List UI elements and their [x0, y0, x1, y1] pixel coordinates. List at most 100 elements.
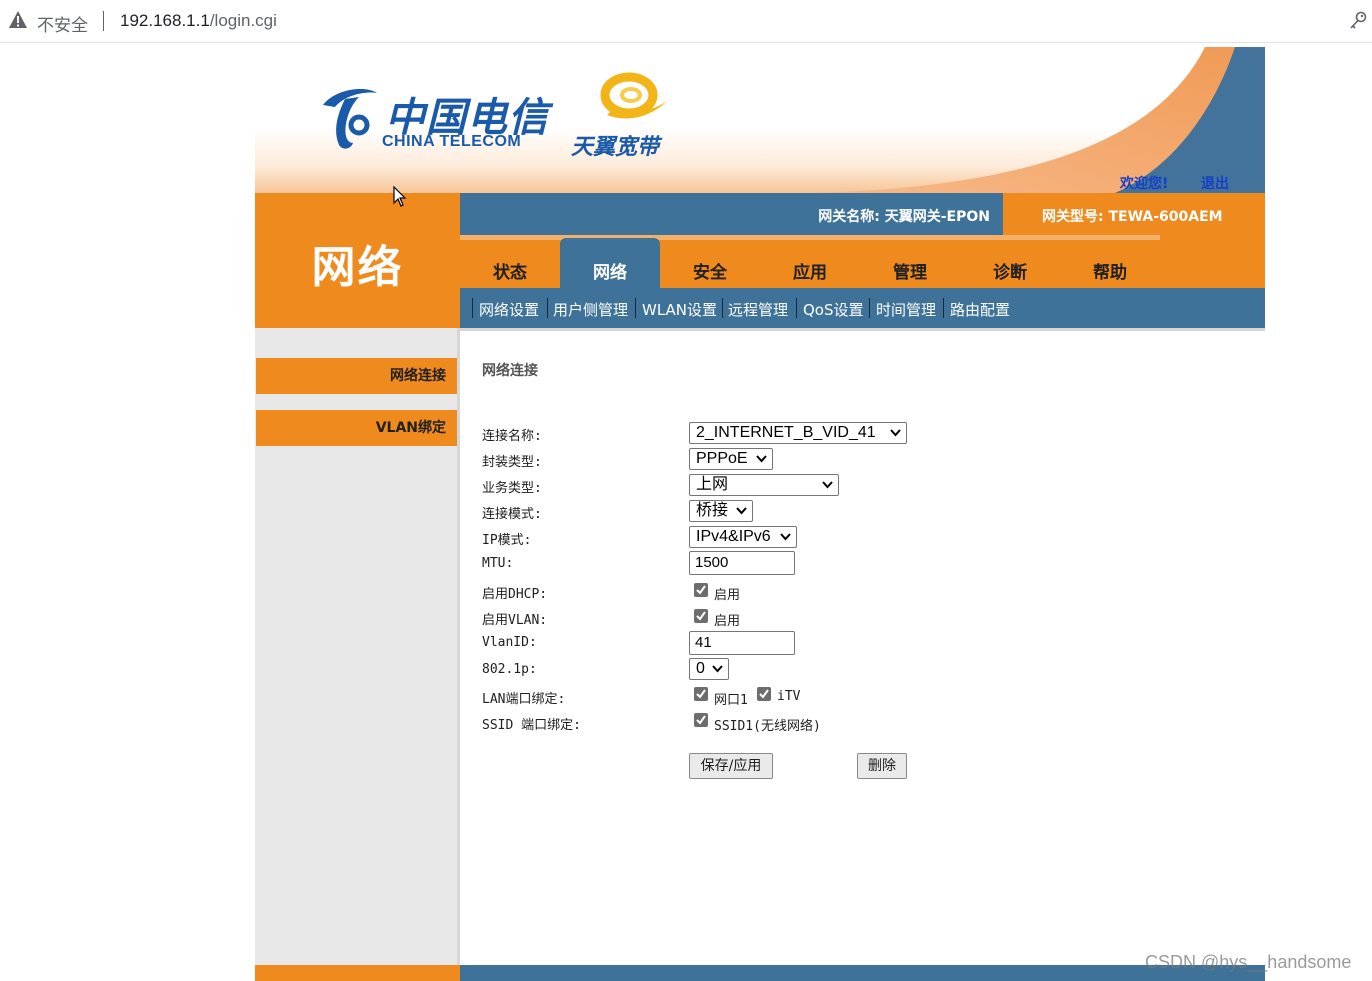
vlan-checkbox[interactable]: [694, 609, 708, 623]
itv-checkbox[interactable]: [757, 687, 771, 701]
check-icon: [696, 689, 706, 699]
check-icon: [696, 585, 706, 595]
ip-mode-label: IP模式:: [482, 533, 532, 548]
section-banner: 网络: [255, 193, 460, 328]
8021p-select[interactable]: 0: [689, 658, 729, 680]
lan1-checkbox-label: 网口1: [714, 693, 748, 708]
chevron-down-icon: [712, 665, 723, 673]
check-icon: [696, 611, 706, 621]
address-divider: [103, 11, 104, 31]
conn-name-value: 2_INTERNET_B_VID_41: [696, 424, 876, 441]
encap-label: 封装类型:: [482, 455, 542, 470]
8021p-label: 802.1p:: [482, 662, 537, 677]
china-telecom-en: CHINA TELECOM: [382, 133, 522, 150]
ip-mode-select[interactable]: IPv4&IPv6: [689, 526, 797, 548]
vlan-label: 启用VLAN:: [482, 613, 548, 628]
gateway-model: 网关型号: TEWA-600AEM: [1042, 209, 1223, 225]
gateway-model-bar: 网关型号: TEWA-600AEM: [1003, 193, 1265, 235]
conn-name-label: 连接名称:: [482, 429, 542, 444]
subnav-remote-management[interactable]: 远程管理: [728, 299, 788, 320]
main-tabs: 状态 网络 安全 应用 管理 诊断 帮助: [460, 235, 1265, 288]
service-value: 上网: [696, 476, 729, 493]
subnav-divider: [472, 298, 473, 318]
subnav-qos-settings[interactable]: QoS设置: [803, 299, 864, 320]
sidebar-item-vlan-binding[interactable]: VLAN绑定: [256, 410, 458, 446]
security-label[interactable]: 不安全: [37, 11, 88, 36]
gateway-name: 网关名称: 天翼网关-EPON: [818, 209, 990, 225]
encap-value: PPPoE: [696, 450, 748, 467]
conn-mode-value: 桥接: [696, 502, 729, 519]
url-path: /login.cgi: [209, 11, 277, 30]
subnav-user-side-management[interactable]: 用户侧管理: [553, 299, 628, 320]
chevron-down-icon: [780, 533, 791, 541]
ip-mode-value: IPv4&IPv6: [696, 528, 771, 545]
chevron-down-icon: [822, 481, 833, 489]
subnav-divider: [635, 298, 636, 318]
subnav-divider: [722, 298, 723, 318]
page-title: 网络连接: [482, 363, 538, 379]
footer-bar-left: [255, 965, 460, 981]
chevron-down-icon: [890, 429, 901, 437]
header-banner: 中国电信 CHINA TELECOM 天翼宽带 欢迎您! 退出: [255, 47, 1265, 193]
tab-application[interactable]: 应用: [760, 235, 860, 288]
sub-navigation: 网络设置 用户侧管理 WLAN设置 远程管理 QoS设置 时间管理 路由配置: [460, 288, 1265, 328]
service-label: 业务类型:: [482, 481, 542, 496]
tab-network[interactable]: 网络: [560, 238, 660, 288]
subnav-divider: [547, 298, 548, 318]
left-sidebar: 网络连接 VLAN绑定: [255, 328, 460, 965]
tab-security[interactable]: 安全: [660, 235, 760, 288]
conn-mode-select[interactable]: 桥接: [689, 500, 753, 522]
encap-select[interactable]: PPPoE: [689, 448, 773, 470]
chevron-down-icon: [756, 455, 767, 463]
delete-button[interactable]: 删除: [857, 753, 907, 779]
check-icon: [759, 689, 769, 699]
tab-management[interactable]: 管理: [860, 235, 960, 288]
vlanid-label: VlanID:: [482, 635, 537, 650]
watermark: CSDN @hys__handsome: [1145, 952, 1352, 972]
dhcp-checkbox[interactable]: [694, 583, 708, 597]
subnav-wlan-settings[interactable]: WLAN设置: [642, 299, 717, 320]
sidebar-item-network-connection[interactable]: 网络连接: [256, 358, 458, 394]
8021p-value: 0: [696, 660, 705, 677]
itv-checkbox-label: iTV: [777, 689, 801, 704]
ssid1-checkbox[interactable]: [694, 713, 708, 727]
browser-address-bar: 不安全 192.168.1.1/login.cgi: [0, 0, 1372, 43]
url-field[interactable]: 192.168.1.1/login.cgi: [120, 11, 277, 31]
chevron-down-icon: [736, 507, 747, 515]
conn-mode-label: 连接模式:: [482, 507, 542, 522]
save-apply-button[interactable]: 保存/应用: [689, 753, 773, 779]
ssid1-checkbox-label: SSID1(无线网络): [714, 719, 821, 734]
ssid-bind-label: SSID 端口绑定:: [482, 718, 581, 733]
tab-help[interactable]: 帮助: [1060, 235, 1160, 288]
gateway-name-bar: 网关名称: 天翼网关-EPON: [460, 193, 1003, 235]
subnav-network-settings[interactable]: 网络设置: [479, 299, 539, 320]
welcome-text: 欢迎您!: [1120, 176, 1169, 192]
subnav-time-management[interactable]: 时间管理: [876, 299, 936, 320]
tianyi-logo-icon: [600, 72, 667, 119]
subnav-divider: [943, 298, 944, 318]
subnav-route-config[interactable]: 路由配置: [950, 299, 1010, 320]
china-telecom-logo-icon: [323, 89, 377, 149]
mtu-input[interactable]: 1500: [689, 551, 795, 575]
service-select[interactable]: 上网: [689, 474, 839, 496]
key-icon[interactable]: [1348, 10, 1368, 32]
vlan-checkbox-label: 启用: [714, 614, 741, 629]
section-title: 网络: [311, 242, 404, 293]
logout-link[interactable]: 退出: [1201, 173, 1229, 193]
vlanid-input[interactable]: 41: [689, 631, 795, 655]
tianyi-broadband-text: 天翼宽带: [571, 135, 660, 160]
lan-bind-label: LAN端口绑定:: [482, 692, 566, 707]
subnav-divider: [796, 298, 797, 318]
dhcp-label: 启用DHCP:: [482, 587, 548, 602]
tab-status[interactable]: 状态: [460, 235, 560, 288]
dhcp-checkbox-label: 启用: [714, 588, 741, 603]
tab-diagnostics[interactable]: 诊断: [960, 235, 1060, 288]
check-icon: [696, 715, 706, 725]
subnav-divider: [869, 298, 870, 318]
lan1-checkbox[interactable]: [694, 687, 708, 701]
conn-name-select[interactable]: 2_INTERNET_B_VID_41: [689, 422, 907, 444]
warning-icon[interactable]: [8, 10, 28, 30]
url-host: 192.168.1.1: [120, 11, 210, 30]
mouse-cursor-icon: [393, 186, 407, 207]
mtu-label: MTU:: [482, 556, 514, 571]
